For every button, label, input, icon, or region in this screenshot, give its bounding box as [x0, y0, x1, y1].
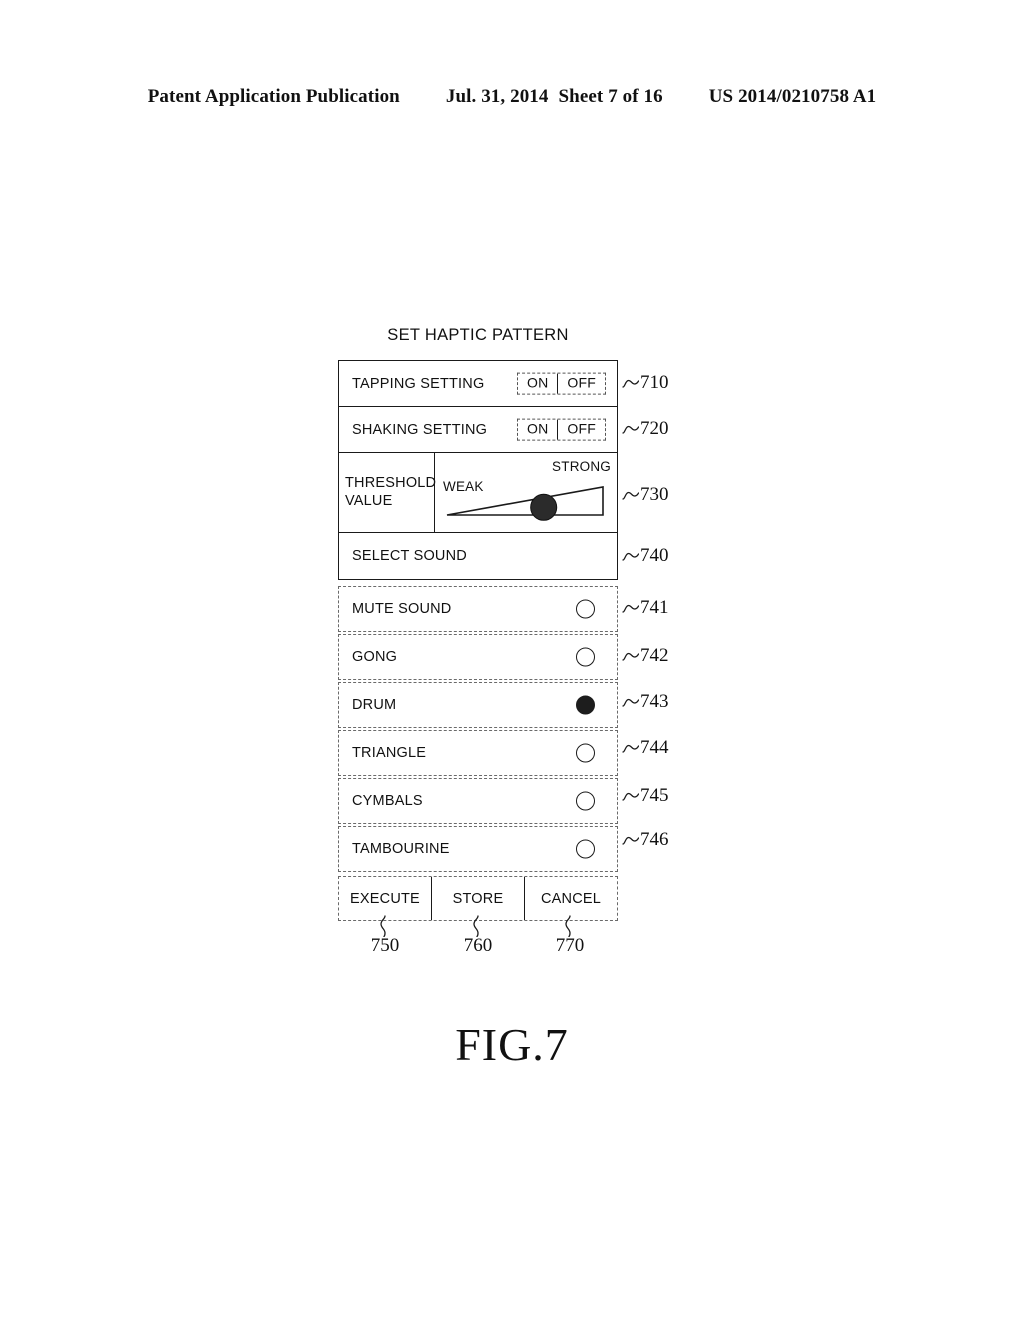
reference-callout-720: 720 [622, 418, 669, 440]
radio-button-icon[interactable] [576, 743, 595, 763]
leader-squiggle-icon [622, 491, 639, 500]
patent-header: Patent Application Publication Jul. 31, … [0, 86, 1024, 108]
reference-number: 720 [640, 418, 669, 439]
reference-callout-770: 770 [555, 935, 585, 956]
shaking-toggle-off[interactable]: OFF [558, 419, 605, 440]
threshold-value-label: THRESHOLD VALUE [339, 453, 437, 532]
header-date: Jul. 31, 2014 [445, 86, 549, 107]
cancel-button[interactable]: CANCEL [524, 877, 617, 920]
threshold-label-line1: THRESHOLD [345, 474, 437, 491]
reference-callout-742: 742 [622, 645, 669, 667]
sound-option-label: TAMBOURINE [352, 841, 450, 857]
radio-button-icon[interactable] [576, 647, 595, 667]
shaking-toggle[interactable]: ON OFF [517, 418, 606, 441]
leader-squiggle-vertical-icon [565, 915, 571, 938]
reference-number: 710 [640, 372, 669, 393]
tapping-toggle-on[interactable]: ON [518, 373, 559, 394]
leader-squiggle-icon [622, 652, 639, 661]
leader-squiggle-icon [622, 792, 639, 801]
reference-number: 743 [640, 691, 669, 712]
reference-callout-760: 760 [463, 935, 493, 956]
leader-squiggle-icon [622, 744, 639, 753]
leader-line-750 [377, 915, 393, 938]
reference-number: 741 [640, 597, 669, 618]
leader-squiggle-icon [622, 604, 639, 613]
sound-option-gong[interactable]: GONG [338, 634, 618, 680]
radio-button-icon[interactable] [576, 695, 595, 715]
leader-squiggle-icon [622, 836, 639, 845]
reference-callout-741: 741 [622, 597, 669, 619]
dialog-title: SET HAPTIC PATTERN [387, 326, 569, 344]
sound-option-label: DRUM [352, 697, 397, 713]
leader-line-770 [562, 915, 578, 938]
leader-squiggle-icon [622, 552, 639, 561]
leader-squiggle-vertical-icon [380, 915, 386, 938]
sound-option-cymbals[interactable]: CYMBALS [338, 778, 618, 824]
reference-number: 746 [640, 829, 669, 850]
sound-option-label: TRIANGLE [352, 745, 427, 761]
radio-button-icon[interactable] [576, 791, 595, 811]
header-sheet: Sheet 7 of 16 [558, 86, 663, 107]
reference-callout-740: 740 [622, 545, 669, 567]
reference-callout-745: 745 [622, 785, 669, 807]
execute-button[interactable]: EXECUTE [339, 877, 431, 920]
row-shaking-setting[interactable]: SHAKING SETTING ON OFF [339, 407, 617, 453]
shaking-setting-label: SHAKING SETTING [352, 421, 488, 438]
sound-option-triangle[interactable]: TRIANGLE [338, 730, 618, 776]
sound-option-label: GONG [352, 649, 398, 665]
figure-caption: FIG.7 [455, 1019, 569, 1070]
haptic-pattern-dialog: TAPPING SETTING ON OFF SHAKING SETTING O… [338, 360, 618, 921]
store-button[interactable]: STORE [431, 877, 524, 920]
header-publication: Patent Application Publication [147, 86, 400, 107]
sound-option-tambourine[interactable]: TAMBOURINE [338, 826, 618, 872]
reference-number: 742 [640, 645, 669, 666]
leader-squiggle-icon [622, 698, 639, 707]
radio-button-icon[interactable] [576, 839, 595, 859]
sound-option-list: MUTE SOUND GONG DRUM TRIANGLE CYMBALS TAMBOUR… [338, 586, 618, 872]
row-tapping-setting[interactable]: TAPPING SETTING ON OFF [339, 361, 617, 407]
threshold-label-line2: VALUE [345, 492, 393, 509]
reference-callout-710: 710 [622, 372, 669, 394]
reference-callout-743: 743 [622, 691, 669, 713]
leader-line-760 [470, 915, 486, 938]
reference-callout-744: 744 [622, 737, 669, 759]
sound-option-label: CYMBALS [352, 793, 423, 809]
sound-option-label: MUTE SOUND [352, 601, 452, 617]
select-sound-label: SELECT SOUND [352, 548, 467, 564]
threshold-slider[interactable]: WEAK STRONG [435, 453, 617, 532]
tapping-toggle[interactable]: ON OFF [517, 372, 606, 395]
leader-squiggle-icon [622, 425, 639, 434]
threshold-slider-thumb[interactable] [435, 453, 617, 530]
reference-number: 730 [640, 484, 669, 505]
reference-callout-730: 730 [622, 484, 669, 506]
tapping-setting-label: TAPPING SETTING [352, 375, 485, 392]
settings-block: TAPPING SETTING ON OFF SHAKING SETTING O… [338, 360, 618, 580]
reference-callout-750: 750 [370, 935, 400, 956]
leader-squiggle-icon [622, 379, 639, 388]
header-patent-number: US 2014/0210758 A1 [708, 86, 877, 107]
radio-button-icon[interactable] [576, 599, 595, 619]
leader-squiggle-vertical-icon [473, 915, 479, 938]
reference-callout-746: 746 [622, 829, 669, 851]
row-select-sound: SELECT SOUND [339, 533, 617, 579]
sound-option-mute-sound[interactable]: MUTE SOUND [338, 586, 618, 632]
reference-number: 740 [640, 545, 669, 566]
row-threshold-value[interactable]: THRESHOLD VALUE WEAK STRONG [339, 453, 617, 533]
reference-number: 744 [640, 737, 669, 758]
sound-option-drum[interactable]: DRUM [338, 682, 618, 728]
reference-number: 745 [640, 785, 669, 806]
shaking-toggle-on[interactable]: ON [518, 419, 559, 440]
tapping-toggle-off[interactable]: OFF [558, 373, 605, 394]
